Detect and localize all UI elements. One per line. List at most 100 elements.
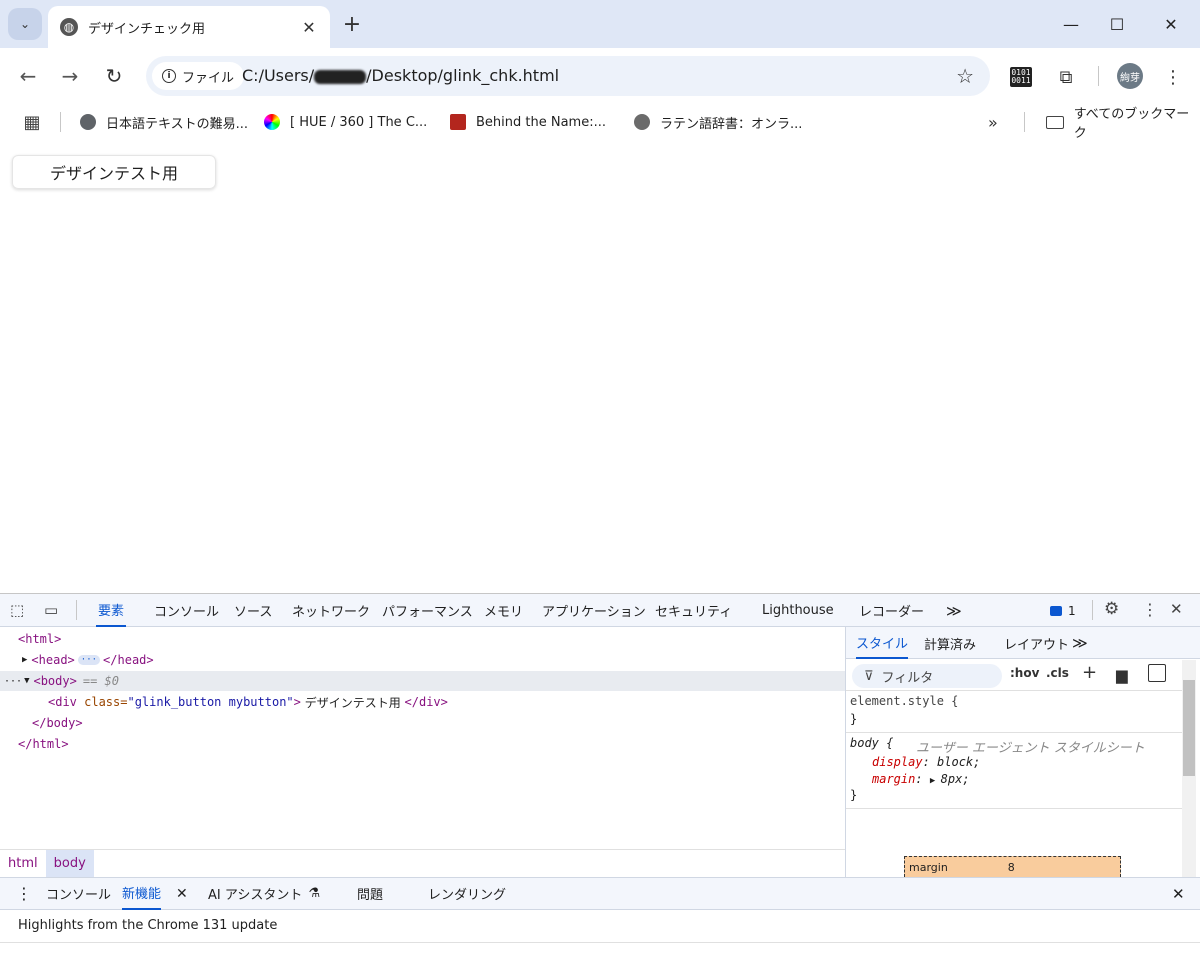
box-model-label: margin [909, 860, 948, 874]
devtools-tab-elements[interactable]: 要素 [96, 594, 127, 627]
bookmark-item[interactable]: ラテン語辞書：オンラ... [634, 110, 802, 134]
bookmark-star-icon[interactable]: ☆ [956, 64, 974, 88]
rule-close-brace: } [850, 712, 858, 726]
filter-icon: ⊽ [864, 668, 874, 684]
tag-text: <body> [33, 674, 77, 688]
styles-tab-computed[interactable]: 計算済み [924, 627, 976, 659]
paint-brush-icon[interactable]: ▆ [1116, 666, 1128, 684]
window-close-button[interactable]: ✕ [1148, 10, 1194, 38]
element-style-rule[interactable]: element.style { [850, 694, 958, 708]
filter-placeholder: フィルタ [881, 670, 934, 686]
bookmark-item[interactable]: Behind the Name:... [450, 110, 606, 134]
devtools-tab-memory[interactable]: メモリ [482, 594, 525, 627]
drawer-tab-close-icon[interactable]: ✕ [176, 877, 188, 910]
box-model-margin[interactable]: margin 8 [904, 856, 1121, 877]
styles-tab-layout[interactable]: レイアウト [1004, 627, 1069, 659]
devtools-tab-console[interactable]: コンソール [152, 594, 221, 627]
hover-state-toggle[interactable]: :hov [1010, 666, 1039, 680]
dom-node-body[interactable]: ··· ▼ <body> == $0 [0, 671, 845, 691]
devtools-close-icon[interactable]: ✕ [1170, 600, 1183, 618]
bookmark-item[interactable]: [ HUE / 360 ] The C... [264, 110, 427, 134]
attr-name: class= [84, 695, 128, 709]
whats-new-text: Highlights from the Chrome 131 update [18, 918, 278, 933]
devtools-tab-lighthouse[interactable]: Lighthouse [760, 594, 836, 627]
drawer-tab-ai-assistant[interactable]: AI アシスタント ⚗ [208, 877, 320, 910]
breadcrumb-html[interactable]: html [0, 850, 46, 878]
styles-overflow-icon[interactable]: ≫ [1072, 627, 1088, 659]
drawer-tab-console[interactable]: コンソール [46, 877, 111, 910]
browser-tab[interactable]: ◍ デザインチェック用 ✕ [48, 6, 330, 48]
devtools-divider [1092, 600, 1093, 620]
devtools-tab-application[interactable]: アプリケーション [540, 594, 648, 627]
styles-filter-input[interactable]: ⊽ フィルタ [852, 664, 1002, 688]
devtools-tab-performance[interactable]: パフォーマンス [380, 594, 475, 627]
back-button[interactable]: ← [14, 62, 42, 90]
drawer-tab-issues[interactable]: 問題 [357, 877, 383, 910]
bookmark-divider [1024, 112, 1025, 132]
dom-node-div[interactable]: <div class= "glink_button mybutton" > デザイン… [0, 692, 845, 712]
bookmarks-overflow-icon[interactable]: » [988, 110, 998, 134]
devtools-tab-network[interactable]: ネットワーク [290, 594, 372, 627]
breadcrumb-body[interactable]: body [45, 849, 94, 878]
minimize-button[interactable]: — [1048, 10, 1094, 38]
devtools-tab-security[interactable]: セキュリティ [653, 594, 734, 627]
dom-node-html[interactable]: <html> [0, 629, 845, 649]
url-text[interactable]: C:/Users/ /Desktop/glink_chk.html [242, 66, 559, 85]
toggle-sidebar-icon[interactable] [1148, 664, 1166, 682]
drawer-close-icon[interactable]: ✕ [1172, 877, 1185, 910]
design-test-button[interactable]: デザインテスト用 [12, 155, 216, 189]
devtools-menu-icon[interactable]: ⋮ [1142, 600, 1158, 619]
devtools-tabs-overflow-icon[interactable]: ≫ [944, 594, 964, 627]
behind-the-name-icon [450, 114, 466, 130]
address-bar[interactable]: i ファイル C:/Users//Desktop/glink_chk.html … [146, 56, 990, 96]
styles-divider [846, 808, 1182, 809]
issues-count: 1 [1068, 604, 1076, 618]
reload-button[interactable]: ↻ [100, 62, 128, 90]
apps-grid-icon[interactable]: ▦ [20, 110, 44, 134]
settings-gear-icon[interactable]: ⚙ [1104, 599, 1119, 619]
styles-scroll-thumb[interactable] [1183, 680, 1195, 776]
tab-close-icon[interactable]: ✕ [300, 18, 318, 37]
collapse-arrow-icon[interactable]: ▼ [24, 676, 29, 686]
maximize-button[interactable]: ☐ [1094, 10, 1140, 38]
tab-search-dropdown[interactable]: ⌄ [8, 8, 42, 40]
tag-text: </head> [103, 653, 154, 667]
bookmark-label: 日本語テキストの難易... [106, 116, 249, 132]
styles-tab-styles[interactable]: スタイル [856, 627, 909, 659]
property-value: block; [937, 755, 981, 769]
forward-button[interactable]: → [56, 62, 84, 90]
devtools-tab-recorder[interactable]: レコーダー [857, 594, 926, 627]
css-property-margin[interactable]: margin: ▶ 8px; [872, 772, 970, 786]
dom-node-body-close[interactable]: </body> [0, 713, 845, 733]
profile-avatar[interactable]: 絢芽 [1117, 63, 1143, 89]
expand-arrow-icon[interactable]: ▶ [930, 776, 941, 786]
browser-menu-icon[interactable]: ⋮ [1160, 64, 1186, 90]
css-property-display[interactable]: display: block; [872, 755, 980, 769]
devtools-tab-sources[interactable]: ソース [232, 594, 274, 627]
flask-icon: ⚗ [308, 886, 320, 901]
site-info-chip[interactable]: i ファイル [152, 62, 245, 90]
inspect-element-icon[interactable]: ⬚ [10, 600, 32, 620]
rule-close-brace: } [850, 788, 858, 802]
issues-badge[interactable]: 1 [1050, 602, 1076, 620]
collapsed-ellipsis[interactable]: ··· [77, 655, 101, 665]
new-rule-button[interactable]: + [1082, 662, 1097, 683]
new-tab-button[interactable]: + [340, 12, 364, 37]
all-bookmarks-button[interactable]: すべてのブックマーク [1046, 107, 1200, 141]
dom-node-head[interactable]: ▶ <head> ··· </head> [0, 650, 845, 670]
more-dots-icon[interactable]: ··· [4, 676, 22, 687]
expand-arrow-icon[interactable]: ▶ [22, 655, 27, 665]
dom-node-html-close[interactable]: </html> [0, 734, 845, 754]
drawer-tab-rendering[interactable]: レンダリング [428, 877, 506, 910]
drawer-menu-icon[interactable]: ⋮ [16, 877, 32, 910]
device-toolbar-icon[interactable]: ▭ [44, 600, 66, 620]
bookmark-item[interactable]: 日本語テキストの難易... [80, 110, 248, 134]
binary-extension-icon[interactable]: 0101 0011 [1010, 67, 1032, 87]
redacted-username [314, 69, 367, 84]
extensions-icon[interactable]: ⧉ [1053, 64, 1079, 90]
class-toggle[interactable]: .cls [1046, 666, 1069, 680]
drawer-tab-label: 新機能 [122, 887, 162, 902]
body-rule-selector[interactable]: body { [850, 736, 893, 750]
binary-bottom: 0011 [1011, 76, 1031, 85]
drawer-tab-whats-new[interactable]: 新機能 [122, 877, 162, 910]
